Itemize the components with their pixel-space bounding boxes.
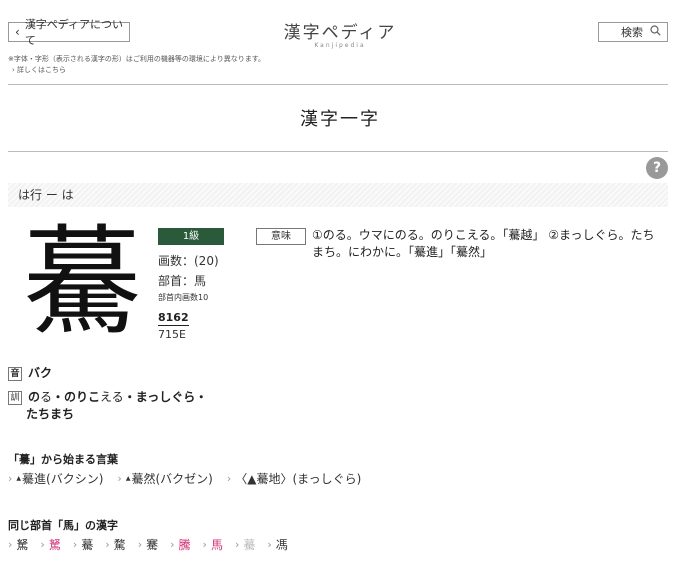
radical-kanji-link[interactable]: › 馮 [267, 536, 287, 553]
word-label: 〈▲驀地〉(まっしぐら) [235, 472, 362, 486]
search-button[interactable]: 検索 [598, 22, 668, 42]
page-title: 漢字一字 [300, 109, 380, 130]
same-radical-list: › 駑 › 駑 › 驀 › 騖 › 騫 › 騰 › 馬 › 驀 › 馮 [8, 536, 288, 553]
chevron-right-icon: › [234, 538, 240, 551]
site-logo[interactable]: 漢字ペディア Kanjipedia [0, 18, 680, 49]
divider [8, 151, 668, 152]
kun-reading: たちまち [26, 407, 75, 421]
word-link[interactable]: › ▲ 驀然(バクゼン) [117, 470, 212, 487]
radical-kanji: 駑 [16, 538, 29, 552]
radical-kanji-link[interactable]: › 駑 [40, 536, 60, 553]
radical-kanji-link[interactable]: › 騰 [170, 536, 190, 553]
search-label: 検索 [621, 26, 643, 39]
stroke-count: 画数：(20) [158, 254, 219, 268]
row-breadcrumb: は行 ー は [8, 183, 668, 207]
radical-kanji-link[interactable]: › 驀 [73, 536, 93, 553]
chevron-right-icon: › [117, 472, 122, 485]
logo-subtitle: Kanjipedia [314, 42, 366, 49]
on-tag: 音 [8, 366, 22, 381]
chevron-right-icon: › [72, 538, 78, 551]
radical-kanji-link[interactable]: › 馬 [203, 536, 223, 553]
kun-reading: ・まっしぐら・ [123, 390, 208, 404]
chevron-right-icon: › [226, 472, 232, 485]
word-label: 驀進(バクシン) [22, 472, 104, 486]
chevron-right-icon: › [137, 538, 143, 551]
word-link[interactable]: › 〈▲驀地〉(まっしぐら) [227, 470, 362, 487]
jis-code: 8162 [158, 311, 189, 326]
radical-kanji: 馮 [275, 538, 288, 552]
word-link[interactable]: › ▲ 驀進(バクシン) [8, 470, 103, 487]
notice-link[interactable]: › 詳しくはこちら [8, 65, 265, 76]
kun-okurigana: る [40, 390, 53, 404]
on-reading-row: 音バク [8, 364, 52, 381]
chevron-right-icon: › [40, 538, 45, 551]
notice-text: ※字体・字形（表示される漢字の形）はご利用の機器等の環境により異なります。 [8, 55, 266, 63]
meaning-text: ①のる。ウマにのる。のりこえる。「驀越」 ②まっしぐら。たちまち。にわかに。「驀… [312, 228, 655, 259]
radical-kanji: 駑 [48, 538, 61, 552]
search-icon [650, 25, 661, 39]
chevron-right-icon: › [202, 538, 207, 551]
font-notice: ※字体・字形（表示される漢字の形）はご利用の機器等の環境により異なります。 › … [8, 54, 265, 76]
kun-reading: の [28, 390, 41, 404]
radical-kanji: 馬 [210, 538, 223, 552]
radical-kanji: 驀 [81, 538, 94, 552]
chevron-right-icon: › [8, 472, 13, 485]
meaning-tag: 意味 [256, 228, 306, 245]
radical-kanji: 騖 [113, 538, 126, 552]
chevron-right-icon: › [267, 538, 272, 551]
radical-kanji-link[interactable]: › 駑 [8, 536, 28, 553]
radical-kanji: 騰 [178, 538, 191, 552]
chevron-right-icon: › [12, 66, 15, 74]
chevron-right-icon: › [105, 538, 110, 551]
radical-kanji: 驀 [243, 538, 256, 552]
radical-kanji-link[interactable]: › 騫 [138, 536, 158, 553]
kun-tag: 訓 [8, 390, 22, 405]
radical-stroke-count: 部首内画数10 [158, 293, 209, 302]
logo-title: 漢字ペディア [283, 23, 397, 43]
word-label: 驀然(バクゼン) [131, 472, 213, 486]
notice-link-label: 詳しくはこちら [17, 66, 67, 74]
radical-kanji-link[interactable]: › 騖 [105, 536, 125, 553]
grade-badge: 1級 [158, 228, 224, 245]
radical: 部首：馬 [158, 274, 207, 288]
divider [8, 84, 668, 85]
unicode-code: 715E [158, 328, 186, 341]
words-list: › ▲ 驀進(バクシン) › ▲ 驀然(バクゼン) › 〈▲驀地〉(まっしぐら) [8, 470, 361, 487]
kun-okurigana: える [100, 390, 124, 404]
on-reading: バク [28, 366, 53, 380]
radical-kanji-link[interactable]: › 驀 [235, 536, 255, 553]
radical-kanji: 騫 [146, 538, 159, 552]
help-icon[interactable]: ? [646, 157, 668, 179]
chevron-right-icon: › [170, 538, 175, 551]
words-section-title: 「驀」から始まる言葉 [8, 453, 118, 466]
chevron-right-icon: › [8, 538, 13, 551]
kanji-large-glyph: 驀 [22, 213, 141, 351]
kun-reading: ・のりこ [52, 390, 101, 404]
same-radical-title: 同じ部首「馬」の漢字 [8, 519, 118, 532]
kun-reading-row: 訓のる・のりこえる・まっしぐら・たちまち [8, 389, 228, 423]
